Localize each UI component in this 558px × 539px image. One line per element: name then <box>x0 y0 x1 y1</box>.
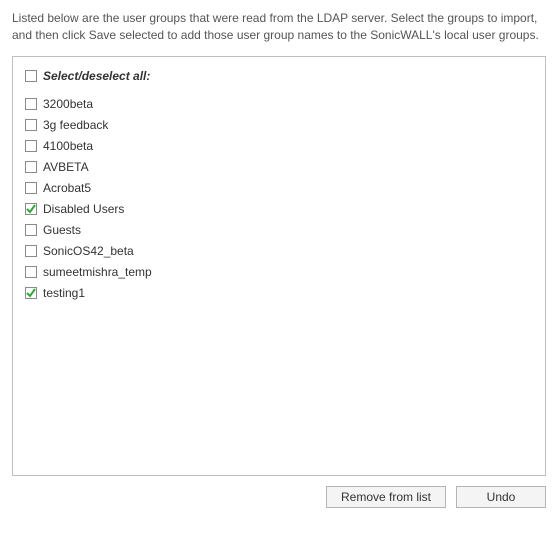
group-row: sumeetmishra_temp <box>25 263 533 281</box>
group-checkbox[interactable] <box>25 119 37 131</box>
group-row: AVBETA <box>25 158 533 176</box>
group-list-panel: Select/deselect all: 3200beta 3g feedback… <box>12 56 546 476</box>
group-row: SonicOS42_beta <box>25 242 533 260</box>
group-checkbox[interactable] <box>25 161 37 173</box>
group-row: Acrobat5 <box>25 179 533 197</box>
group-label: 3g feedback <box>43 118 108 132</box>
group-row: 4100beta <box>25 137 533 155</box>
group-checkbox[interactable] <box>25 266 37 278</box>
group-checkbox[interactable] <box>25 224 37 236</box>
intro-text: Listed below are the user groups that we… <box>12 10 546 44</box>
group-checkbox[interactable] <box>25 203 37 215</box>
group-checkbox[interactable] <box>25 245 37 257</box>
group-label: Acrobat5 <box>43 181 91 195</box>
group-label: testing1 <box>43 286 85 300</box>
group-checkbox[interactable] <box>25 98 37 110</box>
group-row: testing1 <box>25 284 533 302</box>
group-checkbox[interactable] <box>25 140 37 152</box>
group-label: sumeetmishra_temp <box>43 265 152 279</box>
group-checkbox[interactable] <box>25 287 37 299</box>
group-row: 3g feedback <box>25 116 533 134</box>
group-label: 3200beta <box>43 97 93 111</box>
button-bar: Remove from list Undo <box>12 486 546 508</box>
group-label: Disabled Users <box>43 202 124 216</box>
select-all-label: Select/deselect all: <box>43 69 150 83</box>
undo-button[interactable]: Undo <box>456 486 546 508</box>
group-row: Guests <box>25 221 533 239</box>
select-all-checkbox[interactable] <box>25 70 37 82</box>
remove-from-list-button[interactable]: Remove from list <box>326 486 446 508</box>
group-label: AVBETA <box>43 160 89 174</box>
group-label: SonicOS42_beta <box>43 244 134 258</box>
group-row: Disabled Users <box>25 200 533 218</box>
select-all-row: Select/deselect all: <box>25 67 533 85</box>
group-checkbox[interactable] <box>25 182 37 194</box>
group-row: 3200beta <box>25 95 533 113</box>
group-label: 4100beta <box>43 139 93 153</box>
group-label: Guests <box>43 223 81 237</box>
